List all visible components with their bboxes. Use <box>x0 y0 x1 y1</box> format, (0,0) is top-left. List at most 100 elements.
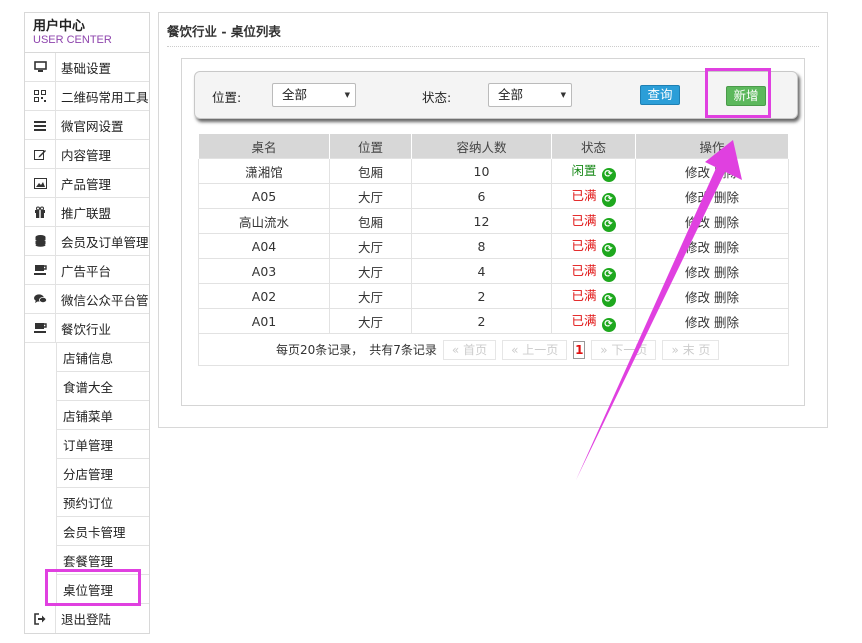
sidebar-item[interactable]: 会员及订单管理 <box>25 226 149 256</box>
sidebar-subtitle: USER CENTER <box>33 34 112 46</box>
sidebar-item-label: 内容管理 <box>61 147 112 163</box>
sidebar-item[interactable]: 推广联盟 <box>25 197 149 227</box>
sidebar-item[interactable]: 微信公众平台管 <box>25 284 149 314</box>
sidebar-item-label: 餐饮行业 <box>61 321 112 337</box>
cup-icon <box>25 255 56 285</box>
column-header-location: 位置 <box>329 133 412 159</box>
sidebar-subitem[interactable]: 食谱大全 <box>56 372 149 401</box>
delete-link[interactable]: 删除 <box>714 240 739 255</box>
status-text: 已满 <box>571 188 597 203</box>
next-page-button[interactable]: » 下一页 <box>591 339 657 360</box>
cell-capacity: 10 <box>411 158 552 184</box>
sidebar-subitem[interactable]: 店铺信息 <box>56 343 149 372</box>
sidebar-subitem[interactable]: 店铺菜单 <box>56 401 149 430</box>
cell-capacity: 4 <box>411 258 552 284</box>
sidebar-item[interactable]: 微官网设置 <box>25 110 149 140</box>
delete-link[interactable]: 删除 <box>714 265 739 280</box>
sidebar-item-label: 微信公众平台管 <box>61 292 149 308</box>
last-page-button[interactable]: » 末 页 <box>662 339 720 360</box>
column-header-capacity: 容纳人数 <box>411 133 552 159</box>
sidebar-item[interactable]: 内容管理 <box>25 139 149 169</box>
edit-icon <box>25 139 56 169</box>
refresh-icon[interactable]: ⟳ <box>601 268 616 282</box>
cell-location: 包厢 <box>329 158 412 184</box>
status-label: 状态: <box>422 90 452 105</box>
table-row: A01 大厅 2 已满 ⟳ 修改 删除 <box>198 308 789 334</box>
status-text: 已满 <box>571 263 597 278</box>
edit-link[interactable]: 修改 <box>685 240 710 255</box>
sidebar-item[interactable]: 餐饮行业 <box>25 313 149 343</box>
location-select[interactable]: 全部 ▼ <box>272 83 356 107</box>
sidebar-item[interactable]: 基础设置 <box>25 52 149 82</box>
total-text: 共有7条记录 <box>369 343 437 357</box>
edit-link[interactable]: 修改 <box>685 165 710 180</box>
delete-link[interactable]: 删除 <box>714 290 739 305</box>
cell-actions: 修改 删除 <box>635 258 789 284</box>
table-row: A05 大厅 6 已满 ⟳ 修改 删除 <box>198 183 789 209</box>
location-select-value: 全部 <box>282 87 308 102</box>
status-select-value: 全部 <box>498 87 524 102</box>
sidebar-item-label: 广告平台 <box>61 263 112 279</box>
refresh-icon[interactable]: ⟳ <box>601 243 616 257</box>
delete-link[interactable]: 删除 <box>714 190 739 205</box>
cell-status: 已满 ⟳ <box>551 258 636 284</box>
logout-label: 退出登陆 <box>61 612 112 627</box>
table-row: 高山流水 包厢 12 已满 ⟳ 修改 删除 <box>198 208 789 234</box>
cell-name: 高山流水 <box>198 208 330 234</box>
refresh-icon[interactable]: ⟳ <box>601 193 616 207</box>
cell-actions: 修改 删除 <box>635 183 789 209</box>
cell-location: 大厅 <box>329 308 412 334</box>
cell-capacity: 2 <box>411 308 552 334</box>
edit-link[interactable]: 修改 <box>685 265 710 280</box>
cell-capacity: 6 <box>411 183 552 209</box>
per-page-text: 每页20条记录， <box>276 343 364 357</box>
refresh-icon[interactable]: ⟳ <box>601 168 616 182</box>
sidebar-subitem[interactable]: 订单管理 <box>56 430 149 459</box>
refresh-icon[interactable]: ⟳ <box>601 218 616 232</box>
status-select[interactable]: 全部 ▼ <box>488 83 572 107</box>
chevron-down-icon: ▼ <box>560 91 566 99</box>
cell-actions: 修改 删除 <box>635 233 789 259</box>
cell-location: 大厅 <box>329 283 412 309</box>
delete-link[interactable]: 删除 <box>714 215 739 230</box>
status-text: 已满 <box>571 313 597 328</box>
sidebar-item[interactable]: 广告平台 <box>25 255 149 285</box>
gift-icon <box>25 197 56 227</box>
cell-actions: 修改 删除 <box>635 208 789 234</box>
delete-link[interactable]: 删除 <box>714 315 739 330</box>
cell-capacity: 12 <box>411 208 552 234</box>
pagination: 每页20条记录， 共有7条记录 « 首页 « 上一页 1 » 下一页 » 末 页 <box>200 339 787 360</box>
edit-link[interactable]: 修改 <box>685 215 710 230</box>
table-list: 桌名 位置 容纳人数 状态 操作 潇湘馆 包厢 10 闲置 ⟳ 修改 删除 A05 大厅 6 已满… <box>198 133 789 366</box>
sidebar-title: 用户中心 <box>33 19 86 34</box>
database-icon <box>25 226 56 256</box>
sidebar-subitem[interactable]: 预约订位 <box>56 488 149 517</box>
sidebar-subitem[interactable]: 会员卡管理 <box>56 517 149 546</box>
edit-link[interactable]: 修改 <box>685 290 710 305</box>
refresh-icon[interactable]: ⟳ <box>601 293 616 307</box>
edit-link[interactable]: 修改 <box>685 190 710 205</box>
sidebar-item[interactable]: 二维码常用工具 <box>25 81 149 111</box>
status-text: 已满 <box>571 238 597 253</box>
cell-name: A04 <box>198 233 330 259</box>
chat-icon <box>25 284 56 314</box>
cell-actions: 修改 删除 <box>635 308 789 334</box>
query-button[interactable]: 查询 <box>640 85 680 105</box>
sidebar: 用户中心 USER CENTER 基础设置二维码常用工具微官网设置内容管理产品管… <box>24 12 150 634</box>
sidebar-subitem[interactable]: 分店管理 <box>56 459 149 488</box>
pager-row: 每页20条记录， 共有7条记录 « 首页 « 上一页 1 » 下一页 » 末 页 <box>198 333 789 366</box>
status-text: 已满 <box>571 213 597 228</box>
first-page-button[interactable]: « 首页 <box>442 339 497 360</box>
prev-page-button[interactable]: « 上一页 <box>502 339 568 360</box>
edit-link[interactable]: 修改 <box>685 315 710 330</box>
sidebar-item-label: 二维码常用工具 <box>61 89 149 105</box>
refresh-icon[interactable]: ⟳ <box>601 318 616 332</box>
sidebar-item[interactable]: 产品管理 <box>25 168 149 198</box>
current-page[interactable]: 1 <box>573 340 586 359</box>
cell-status: 已满 ⟳ <box>551 183 636 209</box>
sidebar-item-label: 产品管理 <box>61 176 112 192</box>
cell-capacity: 2 <box>411 283 552 309</box>
logout-item[interactable]: 退出登陆 <box>25 604 149 633</box>
cell-name: A01 <box>198 308 330 334</box>
delete-link[interactable]: 删除 <box>714 165 739 180</box>
